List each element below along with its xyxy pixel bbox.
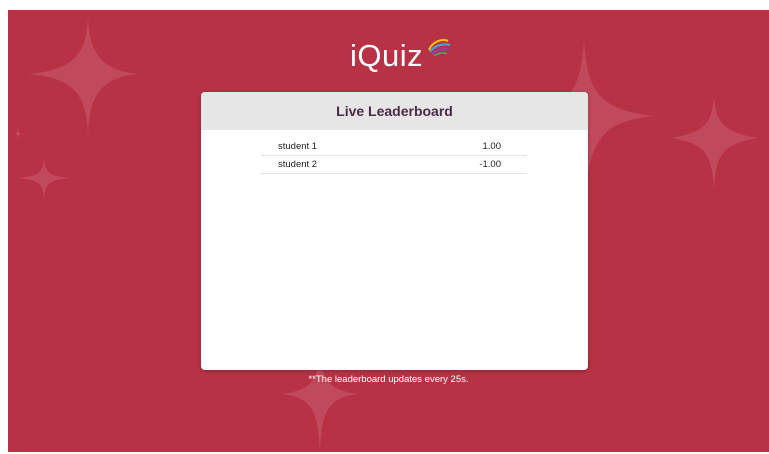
student-name: student 1 (278, 141, 318, 152)
iquiz-logo: iQuiz (338, 32, 468, 82)
sparkle-icon (672, 96, 758, 190)
student-score: 1.00 (482, 141, 502, 152)
leaderboard-row: student 1 1.00 (261, 138, 527, 156)
sparkle-icon (18, 156, 70, 200)
student-score: -1.00 (479, 159, 501, 170)
leaderboard-row: student 2 -1.00 (261, 156, 527, 174)
logo-swirl-icon (428, 39, 451, 57)
page-background: iQuiz Live Leaderboard student 1 1.00 st… (8, 10, 769, 452)
student-name: student 2 (278, 159, 318, 170)
leaderboard-title: Live Leaderboard (336, 103, 453, 119)
leaderboard-card: Live Leaderboard student 1 1.00 student … (201, 92, 588, 370)
logo-text: iQuiz (350, 38, 424, 73)
leaderboard-header: Live Leaderboard (201, 92, 588, 130)
update-footnote: **The leaderboard updates every 25s. (308, 374, 469, 385)
sparkle-icon (14, 128, 22, 139)
leaderboard-table: student 1 1.00 student 2 -1.00 (261, 138, 527, 174)
sparkle-icon (28, 18, 138, 134)
